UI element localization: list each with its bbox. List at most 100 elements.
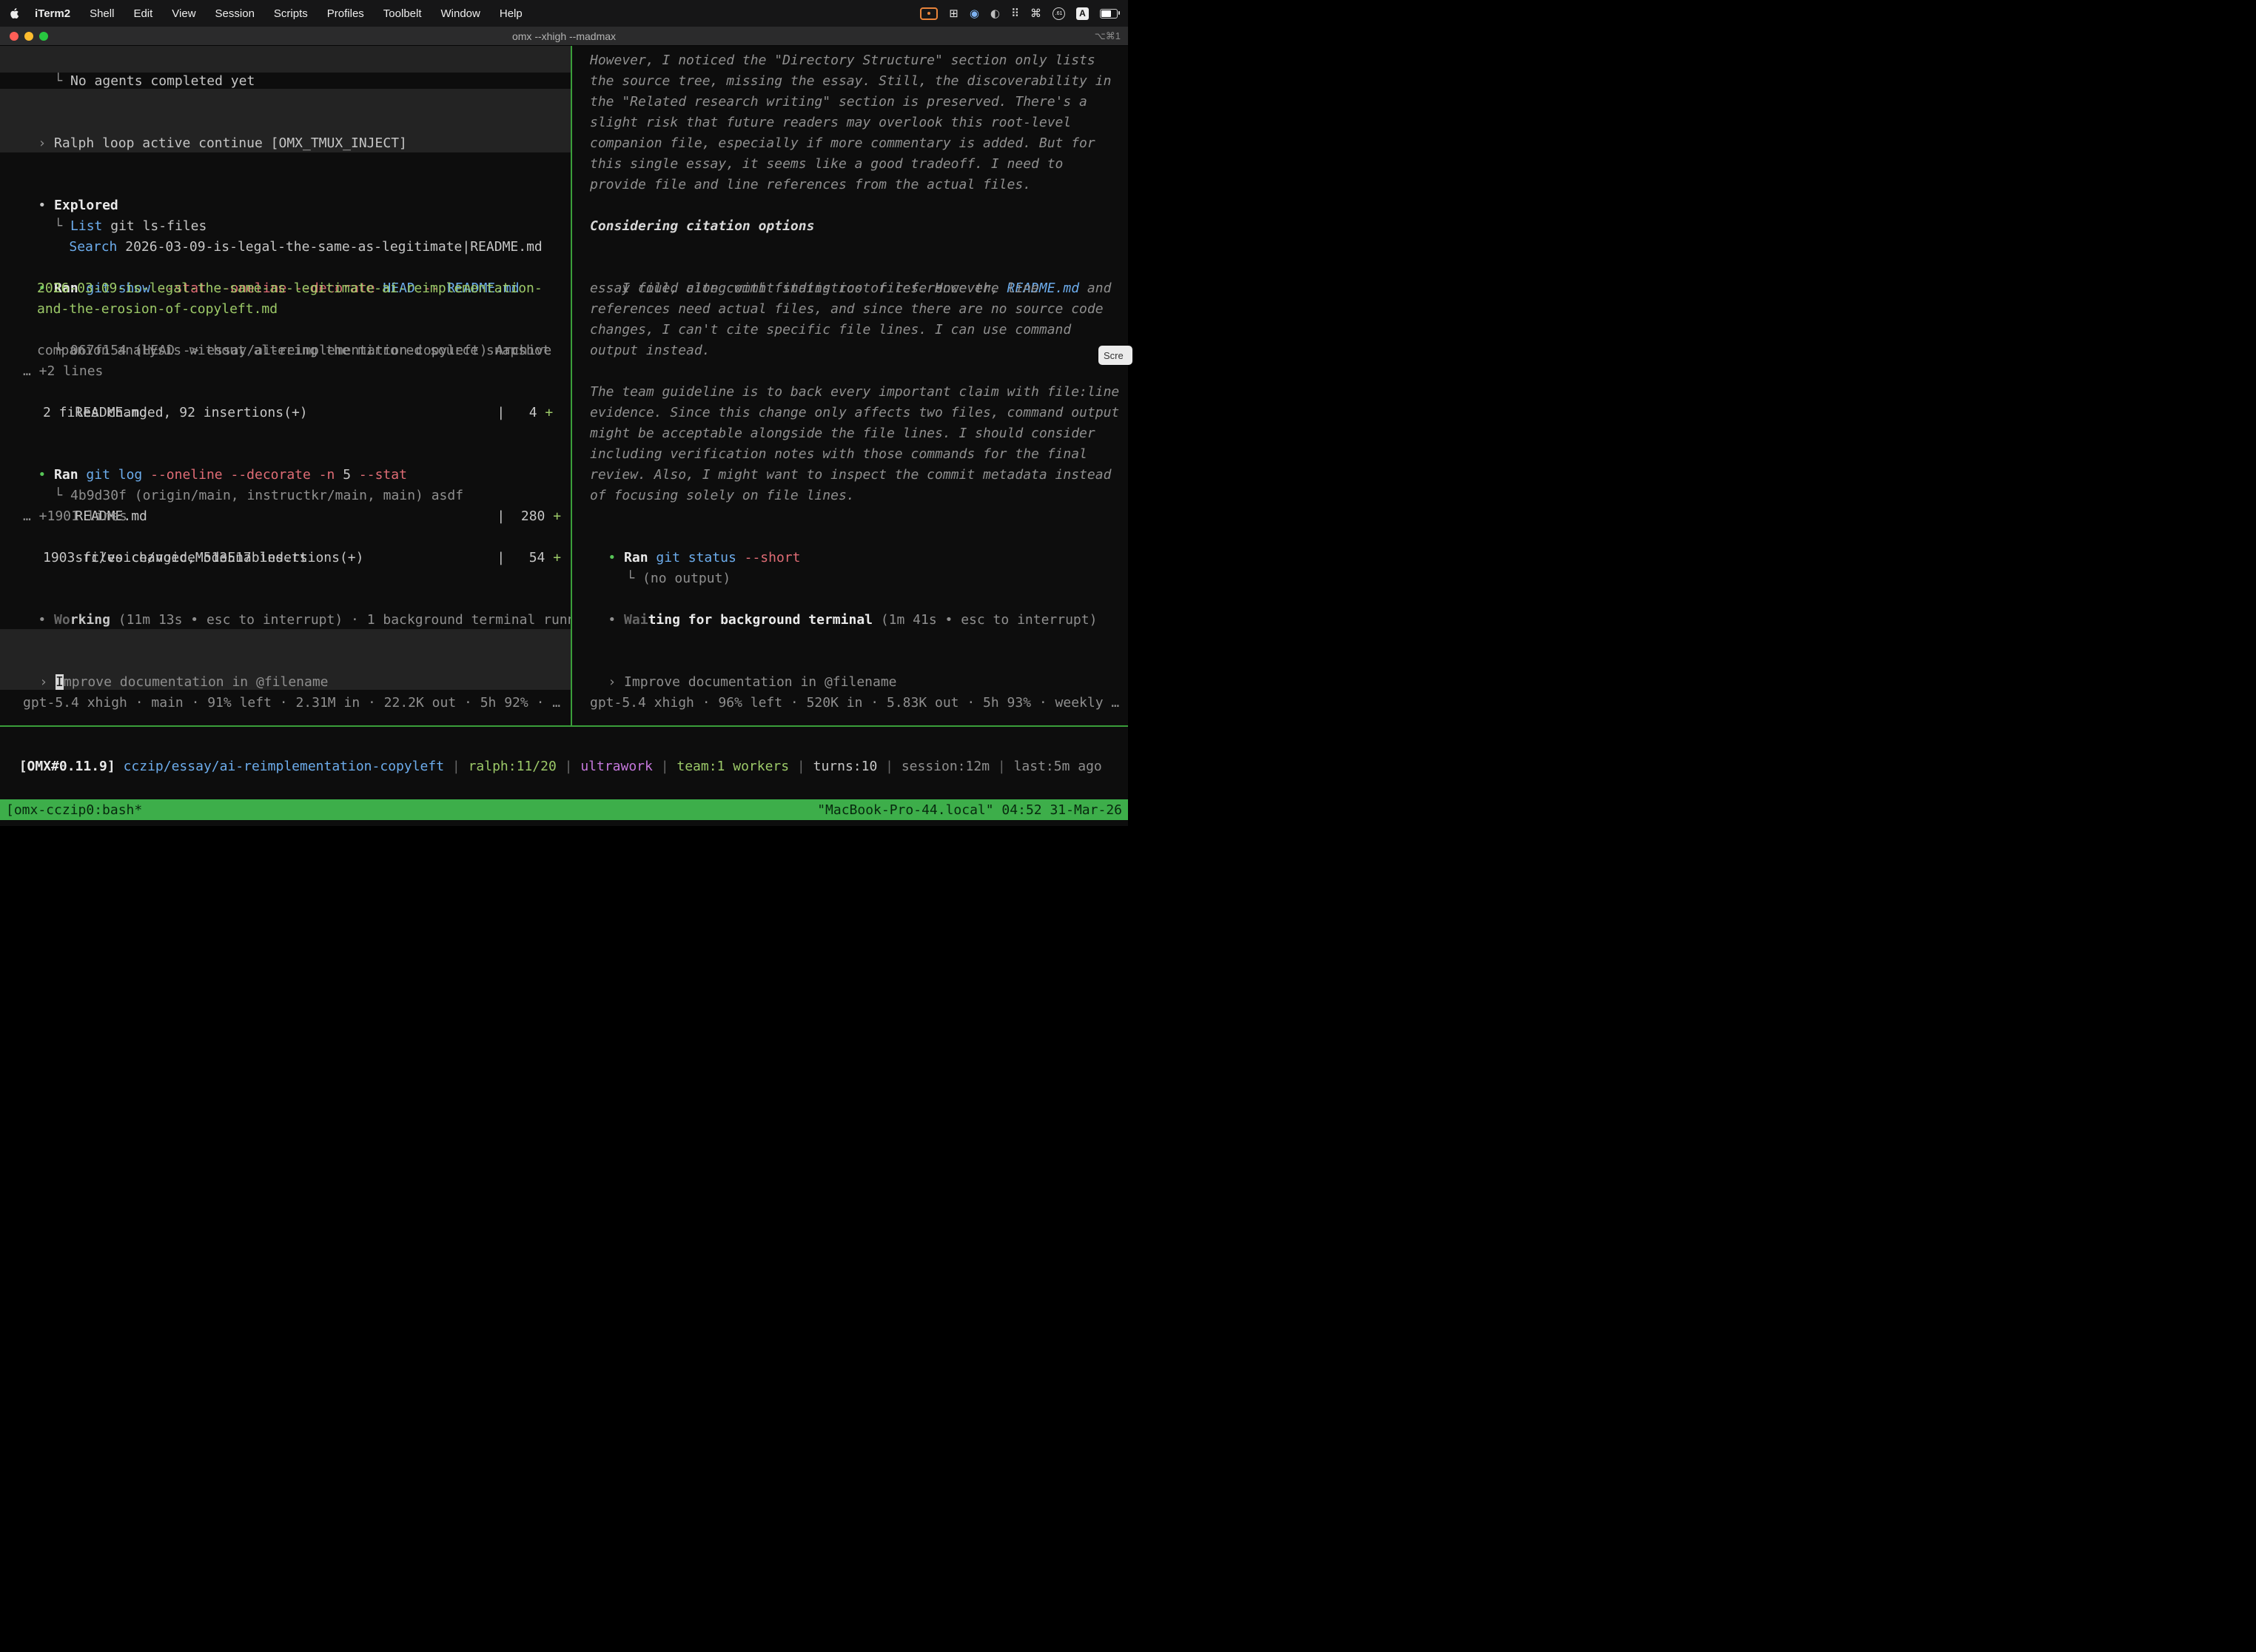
window-shortcut-badge: ⌥⌘1 — [1095, 27, 1121, 46]
text-cursor: I — [56, 674, 64, 690]
reasoning-line: evidence. Since this change only affects… — [572, 403, 1128, 423]
model-status-line-right: gpt-5.4 xhigh · 96% left · 520K in · 5.8… — [572, 693, 1128, 713]
input-source-icon[interactable]: A — [1076, 7, 1089, 20]
composer-input-right[interactable]: › Improve documentation in @filename — [572, 651, 1128, 672]
tree-branch-icon: └ — [626, 571, 642, 586]
commit-067f154-line: └ 067f154 (HEAD -> essay/ai-reimplementa… — [0, 320, 571, 340]
left-terminal-pane: └ No agents completed yet › Ralph loop a… — [0, 46, 571, 725]
menu-scripts[interactable]: Scripts — [274, 7, 308, 20]
menubar-menus: iTerm2 Shell Edit View Session Scripts P… — [35, 7, 523, 20]
composer-input-left[interactable]: › Improve documentation in @filename — [0, 651, 571, 672]
battery-fill — [1101, 10, 1111, 17]
menu-session[interactable]: Session — [215, 7, 255, 20]
diffstat-voicemode-line: src/voice/voiceModeEnabled.ts| 54 + — [0, 527, 571, 548]
target-icon[interactable]: ◉ — [970, 8, 979, 19]
reasoning-line: companion file, especially if more comme… — [572, 133, 1128, 154]
apple-menu-icon[interactable] — [10, 7, 20, 19]
ralph-inject-text: Ralph loop active continue [OMX_TMUX_INJ… — [54, 135, 407, 151]
explored-list-line: └ List git ls-files — [0, 195, 571, 216]
agents-status-text: No agents completed yet — [70, 73, 255, 89]
omx-status-bar: [OMX#0.11.9] cczip/essay/ai-reimplementa… — [0, 736, 1128, 756]
more-lines-ellipsis-2: … +1901 lines — [0, 506, 571, 527]
reasoning-line: provide file and line references from th… — [572, 175, 1128, 195]
search-command: Search — [69, 239, 117, 255]
no-output-line: └ (no output) — [572, 548, 1128, 568]
diffstat-summary-2: 1903 files changed, 513517 insertions(+) — [0, 548, 571, 568]
diffstat-readme-280-line: README.md| 280 + — [0, 486, 571, 506]
waiting-details: (1m 41s • esc to interrupt) — [873, 612, 1097, 628]
waiting-shimmer-dim: Wai — [624, 612, 648, 628]
omx-ralph-counter: ralph:11/20 — [469, 759, 557, 774]
prompt-chevron-icon: › — [39, 674, 56, 690]
working-shimmer-dim: Wo — [54, 612, 70, 628]
separator: | — [990, 759, 1014, 774]
menubar-status-icons: ⊞ ◉ ◐ ⠿ ⌘ .61 A — [920, 7, 1118, 20]
tmux-host-clock: "MacBook-Pro-44.local" 04:52 31-Mar-26 — [817, 802, 1122, 818]
window-titlebar[interactable]: omx --xhigh --madmax ⌥⌘1 — [0, 27, 1128, 46]
right-terminal-pane: However, I noticed the "Directory Struct… — [572, 46, 1128, 725]
omx-version-badge: [OMX#0.11.9] — [19, 759, 124, 774]
reasoning-line: references need actual files, and since … — [572, 299, 1128, 320]
separator: | — [557, 759, 581, 774]
window-grid-icon[interactable]: ⊞ — [949, 8, 959, 19]
explored-header-line: • Explored — [0, 175, 571, 195]
reasoning-line: the "Related research writing" section i… — [572, 92, 1128, 113]
prompt-chevron-icon: › — [38, 135, 54, 151]
reasoning-line: review. Also, I might want to inspect th… — [572, 465, 1128, 486]
reasoning-line: including verification notes with those … — [572, 444, 1128, 465]
bullet-icon: • — [608, 612, 624, 628]
agents-status-line: └ No agents completed yet — [0, 50, 571, 71]
separator: | — [789, 759, 813, 774]
prompt-chevron-icon: › — [608, 674, 624, 690]
omx-team-workers: team:1 workers — [677, 759, 789, 774]
diffstat-readme-4-line: README.md| 4 + — [0, 382, 571, 403]
diffstat-summary-1: 2 files changed, 92 insertions(+) — [0, 403, 571, 423]
separator: | — [653, 759, 677, 774]
commit-067f154-continuation: companion analysis without altering the … — [0, 340, 571, 361]
working-shimmer-bright: rking — [70, 612, 110, 628]
reasoning-line: might be acceptable alongside the file l… — [572, 423, 1128, 444]
explored-search-line: Search 2026-03-09-is-legal-the-same-as-l… — [0, 216, 571, 237]
tmux-status-bar: [omx-cczip0:bash* "MacBook-Pro-44.local"… — [0, 799, 1128, 820]
tmux-horizontal-divider — [0, 725, 1128, 727]
macos-menubar: iTerm2 Shell Edit View Session Scripts P… — [0, 0, 1128, 27]
bullet-icon: • — [38, 612, 54, 628]
menu-iterm2[interactable]: iTerm2 — [35, 7, 70, 20]
tmux-pane-divider[interactable] — [571, 46, 572, 725]
reasoning-line: The team guideline is to back every impo… — [572, 382, 1128, 403]
reasoning-line: changes, I can't cite specific file line… — [572, 320, 1128, 340]
tmux-session-window[interactable]: [omx-cczip0:bash* — [6, 802, 142, 818]
menu-view[interactable]: View — [172, 7, 195, 20]
essay-filename-line-1: 2026-03-09-is-legal-the-same-as-legitima… — [0, 278, 571, 299]
half-circle-icon[interactable]: ◐ — [990, 8, 1000, 19]
tree-branch-icon: └ — [54, 73, 70, 89]
reasoning-line: However, I noticed the "Directory Struct… — [572, 50, 1128, 71]
screen-share-button[interactable]: Scre — [1098, 346, 1132, 365]
omx-ultrawork-badge: ultrawork — [580, 759, 653, 774]
more-lines-ellipsis-1: … +2 lines — [0, 361, 571, 382]
battery-icon[interactable] — [1100, 9, 1118, 19]
command-icon[interactable]: ⌘ — [1030, 8, 1041, 19]
screen-recording-icon[interactable] — [920, 7, 938, 20]
no-output-text: (no output) — [642, 571, 731, 586]
commit-4b9d30f-line: └ 4b9d30f (origin/main, instructkr/main,… — [0, 465, 571, 486]
omx-last-activity: last:5m ago — [1014, 759, 1102, 774]
menu-profiles[interactable]: Profiles — [327, 7, 364, 20]
separator: | — [877, 759, 902, 774]
reasoning-line: of focusing solely on file lines. — [572, 486, 1128, 506]
menu-edit[interactable]: Edit — [133, 7, 152, 20]
ran-git-log-line: • Ran git log --oneline --decorate -n 5 … — [0, 444, 571, 465]
dots-grid-icon[interactable]: ⠿ — [1011, 8, 1019, 19]
gauge-icon[interactable]: .61 — [1053, 7, 1065, 20]
composer-placeholder: Improve documentation in @filename — [624, 674, 896, 690]
window-title: omx --xhigh --madmax — [0, 27, 1128, 46]
menu-toolbelt[interactable]: Toolbelt — [383, 7, 422, 20]
menu-shell[interactable]: Shell — [90, 7, 114, 20]
menu-help[interactable]: Help — [500, 7, 523, 20]
omx-session-time: session:12m — [902, 759, 990, 774]
working-details: (11m 13s • esc to interrupt) · 1 backgro… — [110, 612, 571, 628]
omx-turns-counter: turns:10 — [813, 759, 878, 774]
waiting-shimmer-bright: ting for background terminal — [648, 612, 873, 628]
reasoning-line: essay file, along with finding root file… — [572, 278, 1128, 299]
menu-window[interactable]: Window — [441, 7, 480, 20]
